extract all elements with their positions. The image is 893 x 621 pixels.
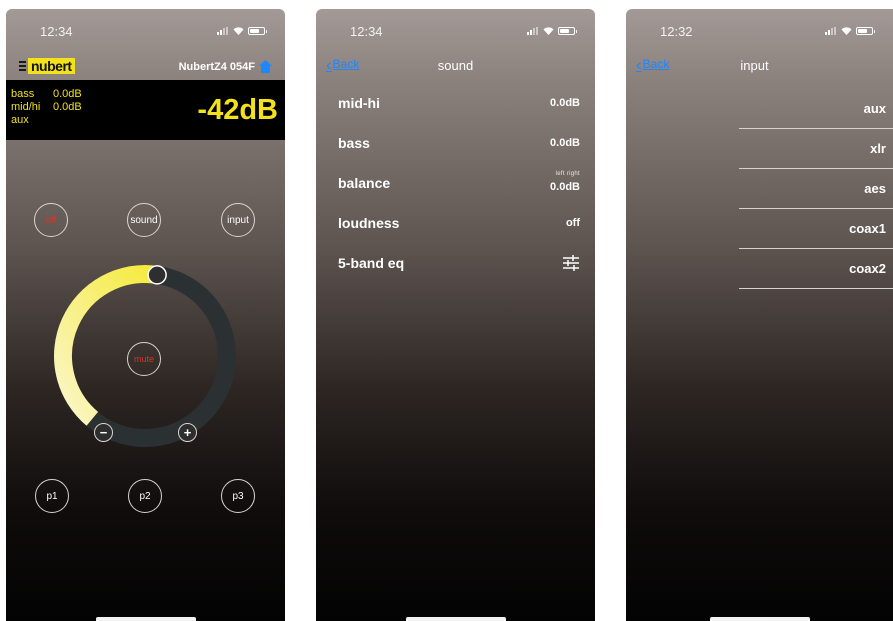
input-option-aes[interactable]: aes	[739, 169, 893, 209]
status-panel: bass 0.0dB mid/hi 0.0dB aux -42dB	[6, 80, 285, 140]
setting-label: 5-band eq	[338, 255, 405, 271]
volume-display: -42dB	[197, 94, 278, 126]
main-screen: 12:34 nubert NubertZ4 054F bass 0.0dB mid…	[6, 9, 285, 621]
preset-2-button[interactable]: p2	[128, 479, 162, 513]
setting-label: balance	[338, 175, 391, 191]
setting-value: 0.0dB	[550, 181, 580, 193]
midhi-value: 0.0dB	[53, 101, 82, 113]
mute-button[interactable]: mute	[127, 342, 161, 376]
bass-label: bass	[11, 88, 35, 100]
input-button[interactable]: input	[221, 203, 255, 237]
battery-icon	[558, 27, 577, 35]
setting-row-bass[interactable]: bass 0.0dB	[338, 133, 580, 153]
status-time: 12:32	[660, 24, 693, 39]
sound-screen: 12:34 ‹ Back sound mid-hi 0.0dB bass 0.0d…	[316, 9, 595, 621]
home-indicator[interactable]	[95, 617, 196, 621]
page-title: sound	[437, 58, 474, 73]
nubert-logo: nubert	[19, 58, 75, 74]
wifi-icon	[543, 27, 554, 35]
wifi-icon	[233, 27, 244, 35]
setting-value: 0.0dB	[550, 137, 580, 149]
input-option-coax1[interactable]: coax1	[739, 209, 893, 249]
input-screen: 12:32 ‹ Back input aux xlr aes coax1 coax…	[626, 9, 893, 621]
signal-icon	[825, 27, 836, 35]
page-title: input	[740, 58, 769, 73]
midhi-label: mid/hi	[11, 101, 41, 113]
signal-icon	[527, 27, 538, 35]
sound-button[interactable]: sound	[127, 203, 161, 237]
status-bar: 12:34	[6, 9, 285, 51]
setting-row-balance[interactable]: balance left right 0.0dB	[338, 171, 580, 193]
home-indicator[interactable]	[405, 617, 506, 621]
status-bar: 12:34	[316, 9, 595, 51]
status-time: 12:34	[350, 24, 383, 39]
logo-text: nubert	[28, 58, 75, 74]
input-option-label: xlr	[870, 141, 886, 156]
setting-label: mid-hi	[338, 95, 380, 111]
input-option-xlr[interactable]: xlr	[739, 129, 893, 169]
setting-value: 0.0dB	[550, 97, 580, 109]
signal-icon	[217, 27, 228, 35]
preset-1-button[interactable]: p1	[35, 479, 69, 513]
setting-label: bass	[338, 135, 370, 151]
setting-label: loudness	[338, 215, 400, 231]
setting-row-mid-hi[interactable]: mid-hi 0.0dB	[338, 93, 580, 113]
status-bar: 12:32	[626, 9, 893, 51]
volume-up-button[interactable]: +	[178, 423, 197, 442]
input-option-label: coax1	[849, 221, 886, 236]
sliders-icon	[562, 254, 580, 277]
battery-icon	[248, 27, 267, 35]
input-option-coax2[interactable]: coax2	[739, 249, 893, 289]
input-option-label: coax2	[849, 261, 886, 276]
device-name: NubertZ4 054F	[178, 61, 255, 73]
menu-icon	[19, 61, 26, 71]
volume-knob[interactable]	[147, 265, 167, 285]
home-indicator[interactable]	[709, 617, 810, 621]
power-off-button[interactable]: off	[34, 203, 68, 237]
battery-icon	[856, 27, 875, 35]
input-option-aux[interactable]: aux	[739, 89, 893, 129]
wifi-icon	[841, 27, 852, 35]
preset-3-button[interactable]: p3	[221, 479, 255, 513]
volume-down-button[interactable]: −	[94, 423, 113, 442]
input-label: aux	[11, 114, 29, 126]
setting-row-loudness[interactable]: loudness off	[338, 213, 580, 233]
balance-sublabel: left right	[555, 171, 580, 177]
bass-value: 0.0dB	[53, 88, 82, 100]
setting-row-eq[interactable]: 5-band eq	[338, 253, 580, 273]
setting-value: off	[565, 217, 580, 229]
input-option-label: aux	[863, 101, 886, 116]
house-icon[interactable]	[258, 59, 273, 79]
status-time: 12:34	[40, 24, 73, 39]
input-option-label: aes	[864, 181, 886, 196]
